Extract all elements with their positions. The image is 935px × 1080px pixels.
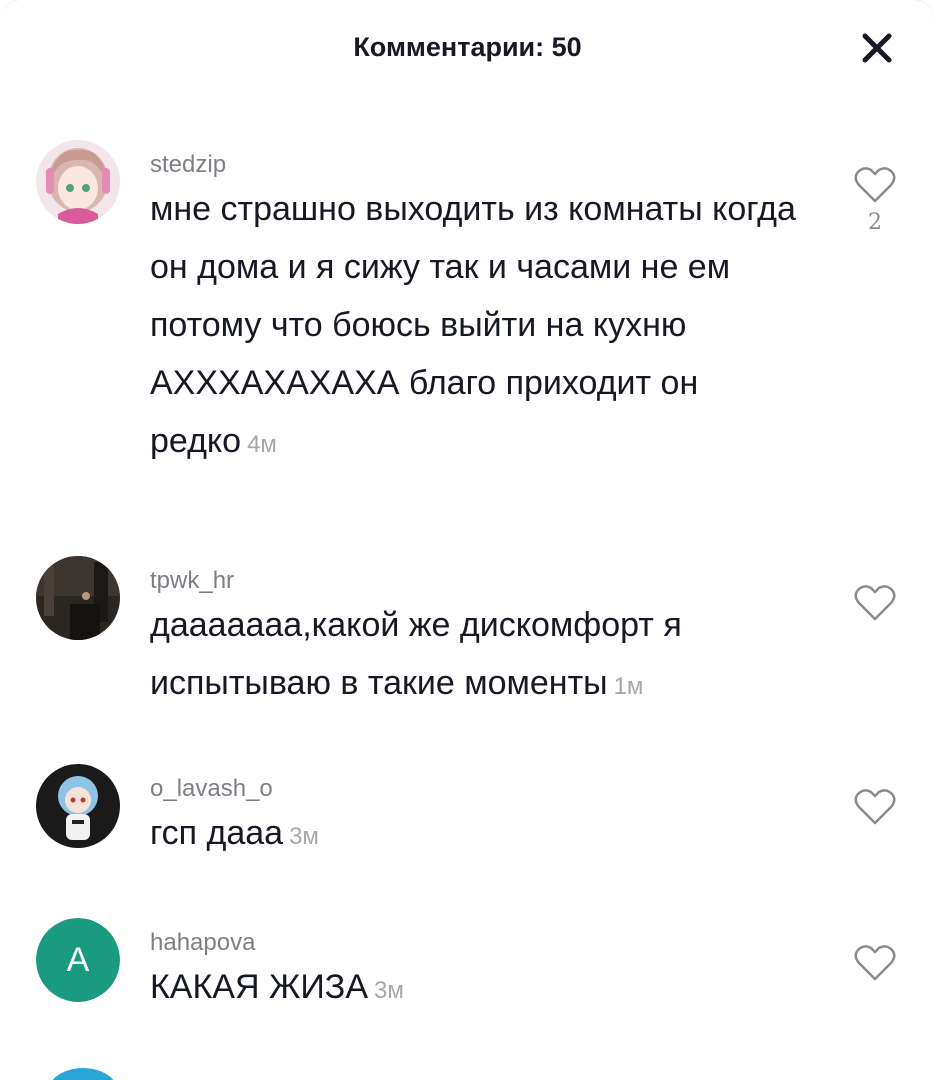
comment-username[interactable]: o_lavash_o — [150, 774, 800, 804]
comment-username[interactable]: tpwk_hr — [150, 566, 800, 596]
dark-photo-avatar-image — [36, 556, 120, 640]
heart-outline-icon — [854, 167, 896, 203]
heart-outline-icon — [854, 945, 896, 981]
avatar[interactable] — [36, 556, 120, 640]
comment-text: дааааааа,какой же дискомфорт я испытываю… — [150, 596, 800, 716]
comments-sheet: Комментарии: 50 stedzip мне страшно выхо… — [0, 0, 935, 1080]
heart-outline-icon — [854, 585, 896, 621]
close-button[interactable] — [855, 26, 899, 70]
anime-figure-avatar-image — [36, 764, 120, 848]
comment-body: stedzip мне страшно выходить из комнаты … — [150, 150, 800, 474]
like-count: 2 — [868, 210, 882, 235]
comment-time: 1м — [613, 673, 644, 700]
like-button[interactable] — [853, 786, 897, 826]
comment-text-content: КАКАЯ ЖИЗА — [150, 968, 369, 1006]
avatar[interactable] — [36, 140, 120, 224]
close-icon — [862, 33, 892, 63]
comment-text-content: мне страшно выходить из комнаты когда он… — [150, 190, 796, 460]
avatar-letter: A — [36, 918, 120, 1002]
like-button[interactable]: 2 — [853, 164, 897, 235]
next-comment-avatar-peek — [48, 1068, 118, 1080]
comment-time: 4м — [247, 431, 277, 458]
avatar[interactable] — [36, 764, 120, 848]
comment-body: o_lavash_o гсп дааа 3м — [150, 774, 800, 866]
comment-text-content: дааааааа,какой же дискомфорт я испытываю… — [150, 606, 682, 702]
like-button[interactable] — [853, 942, 897, 982]
comments-header: Комментарии: 50 — [0, 0, 935, 100]
comment-text-content: гсп дааа — [150, 814, 284, 852]
comment-text: КАКАЯ ЖИЗА 3м — [150, 958, 800, 1020]
avatar[interactable]: A — [36, 918, 120, 1002]
comments-count-title: Комментарии: 50 — [353, 32, 582, 62]
comment-body: hahapova КАКАЯ ЖИЗА 3м — [150, 928, 800, 1020]
anime-girl-avatar-image — [36, 140, 120, 224]
comment-username[interactable]: stedzip — [150, 150, 800, 180]
heart-outline-icon — [854, 789, 896, 825]
comment-text: гсп дааа 3м — [150, 804, 800, 866]
comment-time: 3м — [374, 977, 404, 1004]
comment-text: мне страшно выходить из комнаты когда он… — [150, 180, 800, 474]
comment-time: 3м — [289, 823, 319, 850]
comment-username[interactable]: hahapova — [150, 928, 800, 958]
like-button[interactable] — [853, 582, 897, 622]
comment-body: tpwk_hr дааааааа,какой же дискомфорт я и… — [150, 566, 800, 716]
